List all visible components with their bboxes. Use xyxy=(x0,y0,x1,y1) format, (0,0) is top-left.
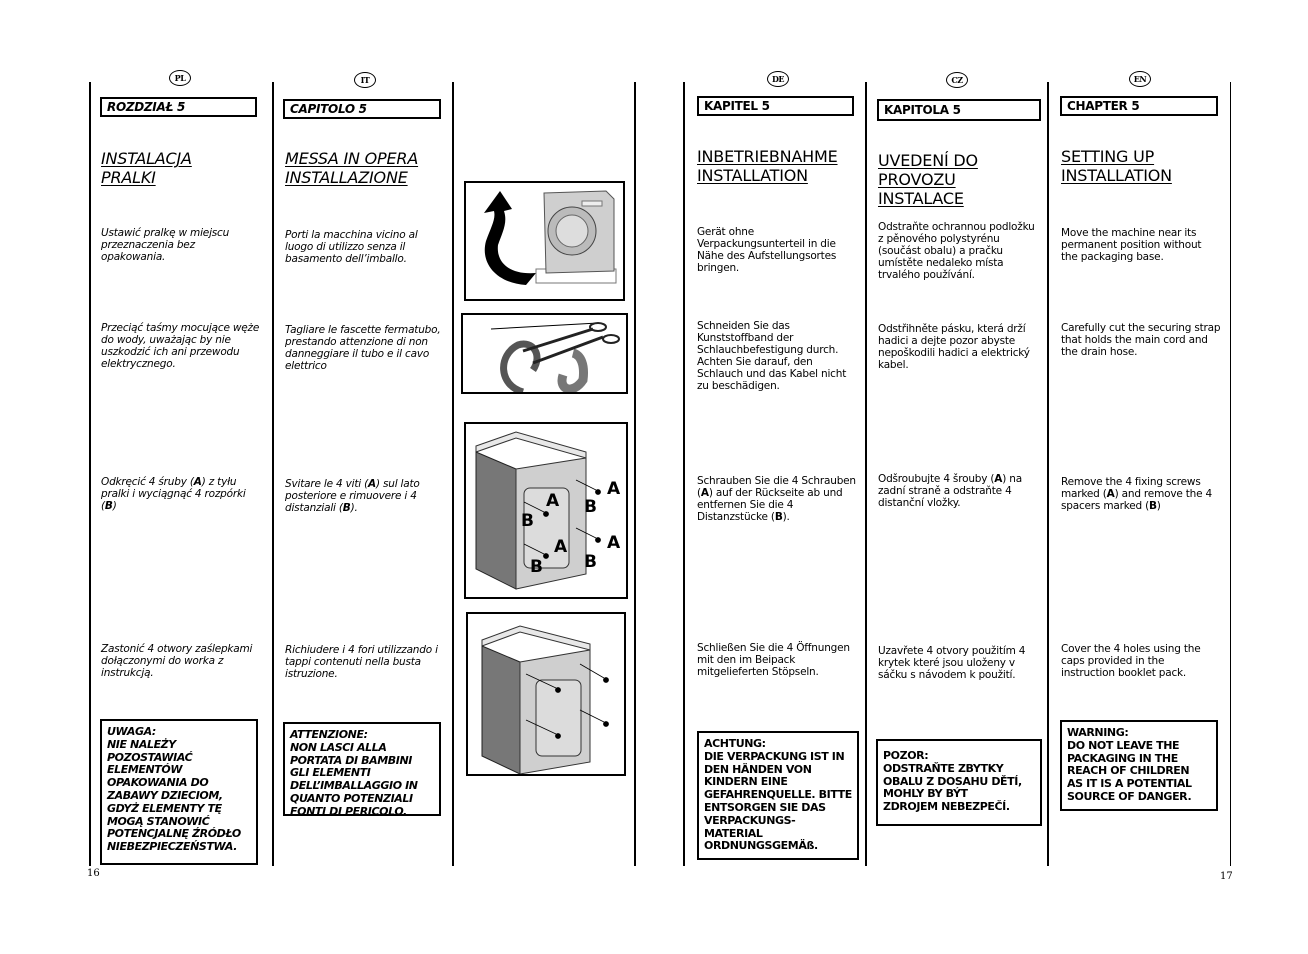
title-line: SETTING UP xyxy=(1061,147,1155,166)
step-3-text: Svitare le 4 viti (A) sul lato posterior… xyxy=(285,478,420,514)
figure-cover-holes xyxy=(466,612,626,776)
chapter-label: KAPITOLA 5 xyxy=(877,99,1041,121)
scissors-hose-illustration xyxy=(490,322,620,392)
column-divider xyxy=(634,82,636,866)
step-3-text: Odkręcić 4 śruby (A) z tyłu pralki i wyc… xyxy=(101,476,246,512)
title-line: PRALKI xyxy=(101,168,156,187)
curved-arrow-icon xyxy=(484,191,536,285)
step-4-text: Zastonić 4 otwory zaślepkami dołączonymi… xyxy=(101,643,253,679)
step-1-text: Move the machine near its permanent posi… xyxy=(1061,227,1202,263)
label-a: A xyxy=(607,533,621,553)
step-1-text: Porti la macchina vicino al luogo di uti… xyxy=(285,229,418,265)
warning-box: ATTENZIONE: NON LASCI ALLA PORTATA DI BAMB… xyxy=(283,722,441,818)
warning-box: ACHTUNG: DIE VERPACKUNG IST IN DEN HÄNDEN … xyxy=(697,731,859,860)
column-divider xyxy=(272,82,274,866)
machine-back-screws-illustration: A A A A B B B B xyxy=(475,431,621,590)
column-divider xyxy=(683,82,685,866)
label-a: A xyxy=(554,537,568,557)
step-2-text: Tagliare le fascette fermatubo, prestand… xyxy=(285,324,441,372)
language-badge-cz: CZ xyxy=(946,72,968,88)
section-title: INBETRIEBNAHME INSTALLATION xyxy=(697,147,838,185)
step-3-text: Remove the 4 fixing screws marked (A) an… xyxy=(1061,476,1212,512)
washing-machine-move-illustration xyxy=(484,190,617,285)
title-line: INSTALACE xyxy=(878,189,964,208)
step-2-text: Odstřihněte pásku, která drží hadici a d… xyxy=(878,323,1030,371)
language-badge-de: DE xyxy=(767,71,789,87)
label-a: A xyxy=(607,479,621,499)
step-4-text: Cover the 4 holes using the caps provide… xyxy=(1061,643,1201,679)
label-b: B xyxy=(584,552,597,572)
column-divider xyxy=(89,82,91,866)
column-divider xyxy=(452,82,454,866)
figure-cut-strap xyxy=(461,313,628,394)
machine-back-caps-illustration xyxy=(481,625,609,774)
title-line: UVEDENÍ DO xyxy=(878,151,978,170)
chapter-label: ROZDZIAŁ 5 xyxy=(100,97,257,117)
section-title: MESSA IN OPERA INSTALLAZIONE xyxy=(285,149,418,187)
figure-move-machine xyxy=(464,181,625,301)
warning-box: UWAGA: NIE NALEŻY POZOSTAWIAĆ ELEMENTÓW OPAK… xyxy=(100,719,258,865)
step-1-text: Gerät ohne Verpackungsunterteil in die N… xyxy=(697,226,837,274)
label-a: A xyxy=(546,491,560,511)
title-line: MESSA IN OPERA xyxy=(285,149,419,168)
label-b: B xyxy=(530,557,543,577)
step-4-text: Schließen Sie die 4 Öffnungen mit den im… xyxy=(697,642,850,678)
drain-hose xyxy=(500,340,541,392)
section-title: UVEDENÍ DO PROVOZU INSTALACE xyxy=(878,151,978,208)
title-line: PROVOZU xyxy=(878,170,956,189)
step-1-text: Ustawić pralkę w miejscu przeznaczenia b… xyxy=(101,227,230,263)
chapter-label: KAPITEL 5 xyxy=(697,96,854,116)
section-title: INSTALACJA PRALKI xyxy=(101,149,192,187)
title-line: INSTALACJA xyxy=(101,149,192,168)
step-3-text: Odšroubujte 4 šrouby (A) na zadní straně… xyxy=(878,473,1022,509)
title-line: INBETRIEBNAHME xyxy=(697,147,838,166)
language-badge-it: IT xyxy=(354,72,376,88)
language-badge-en: EN xyxy=(1129,71,1151,87)
chapter-label: CHAPTER 5 xyxy=(1060,96,1218,116)
column-divider xyxy=(1230,82,1231,866)
step-3-text: Schrauben Sie die 4 Schrauben (A) auf de… xyxy=(697,475,856,523)
step-1-text: Odstraňte ochrannou podložku z pěnového … xyxy=(878,221,1035,281)
step-4-text: Uzavřete 4 otvory použitím 4 krytek kter… xyxy=(878,645,1026,681)
column-divider xyxy=(1047,82,1049,866)
label-b: B xyxy=(521,511,534,531)
figure-remove-screws: A A A A B B B B xyxy=(464,422,628,599)
step-2-text: Carefully cut the securing strap that ho… xyxy=(1061,322,1221,358)
title-line: INSTALLATION xyxy=(1061,166,1172,185)
warning-box: POZOR: ODSTRAŇTE ZBYTKY OBALU Z DOSAHU DĚT… xyxy=(876,739,1042,826)
warning-box: WARNING: DO NOT LEAVE THE PACKAGING IN THE… xyxy=(1060,720,1218,811)
step-2-text: Przeciąć taśmy mocujące węże do wody, uw… xyxy=(101,322,260,370)
page-number-right: 17 xyxy=(1220,871,1233,882)
column-divider xyxy=(865,82,867,866)
section-title: SETTING UP INSTALLATION xyxy=(1061,147,1172,185)
label-b: B xyxy=(584,497,597,517)
language-badge-pl: PL xyxy=(169,70,191,86)
title-line: INSTALLATION xyxy=(697,166,808,185)
title-line: INSTALLAZIONE xyxy=(285,168,408,187)
chapter-label: CAPITOLO 5 xyxy=(283,99,441,119)
page-number-left: 16 xyxy=(87,868,100,879)
step-4-text: Richiudere i 4 fori utilizzando i tappi … xyxy=(285,644,438,680)
step-2-text: Schneiden Sie das Kunststoffband der Sch… xyxy=(697,320,847,392)
